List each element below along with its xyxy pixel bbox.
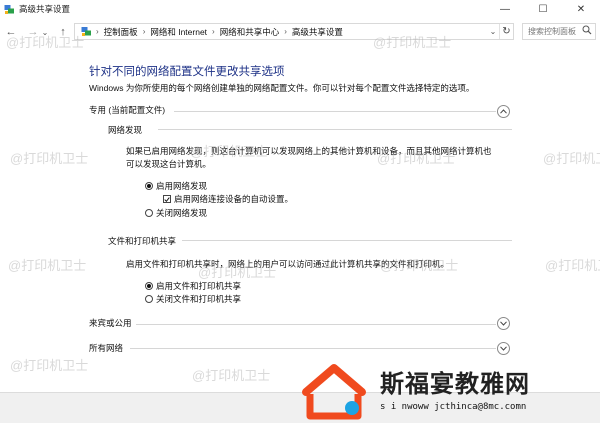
breadcrumb-network-sharing-center[interactable]: 网络和共享中心 <box>217 26 283 38</box>
file-printer-description: 启用文件和打印机共享时，网络上的用户可以访问通过此计算机共享的文件和打印机。 <box>126 259 450 269</box>
section-divider <box>130 348 496 349</box>
navigation-bar: ← → ⌄ ↑ › 控制面板 › 网络和 Internet › 网络和共享中心 … <box>0 20 600 44</box>
window-title: 高级共享设置 <box>19 4 71 14</box>
maximize-button[interactable]: ☐ <box>524 0 562 18</box>
checkbox-checked[interactable] <box>163 195 171 203</box>
radio-unselected[interactable] <box>145 295 153 303</box>
network-discovery-description: 如果已启用网络发现，则这台计算机可以发现网络上的其他计算机和设备，而且其他网络计… <box>126 146 492 169</box>
brand-name: 斯福宴教雅网 <box>380 370 530 398</box>
brand-url: s i nwoww jcthinca@8mc.comn <box>380 402 527 412</box>
collapse-private-chevron-up-icon[interactable] <box>497 105 510 118</box>
control-panel-icon <box>81 26 92 37</box>
breadcrumb-separator[interactable]: › <box>141 27 148 36</box>
main-content: 针对不同的网络配置文件更改共享选项 Windows 为你所使用的每个网络创建单独… <box>0 46 600 392</box>
refresh-icon[interactable]: ↻ <box>499 24 513 39</box>
page-description: Windows 为你所使用的每个网络创建单独的网络配置文件。你可以针对每个配置文… <box>89 83 475 93</box>
breadcrumb-separator[interactable]: › <box>210 27 217 36</box>
search-input[interactable]: 搜索控制面板 <box>522 23 596 40</box>
section-private-label: 专用 (当前配置文件) <box>89 105 166 115</box>
radio-selected[interactable] <box>145 282 153 290</box>
section-all-networks-header[interactable]: 所有网络 <box>89 341 123 355</box>
radio-selected[interactable] <box>145 182 153 190</box>
expand-guest-chevron-down-icon[interactable] <box>497 317 510 330</box>
expand-all-networks-chevron-down-icon[interactable] <box>497 342 510 355</box>
option-enable-network-discovery[interactable]: 启用网络发现 <box>145 180 207 192</box>
close-button[interactable]: ✕ <box>562 0 600 18</box>
subsection-divider <box>158 129 512 130</box>
section-divider <box>136 324 496 325</box>
radio-unselected[interactable] <box>145 209 153 217</box>
breadcrumb-advanced-sharing[interactable]: 高级共享设置 <box>289 26 346 38</box>
search-placeholder: 搜索控制面板 <box>528 27 576 36</box>
back-button[interactable]: ← <box>4 23 18 41</box>
page-title: 针对不同的网络配置文件更改共享选项 <box>89 66 285 78</box>
brand-logo-icon <box>300 362 376 423</box>
breadcrumb-control-panel[interactable]: 控制面板 <box>101 26 141 38</box>
file-printer-sharing-heading: 文件和打印机共享 <box>108 236 177 246</box>
section-guest-label: 来宾或公用 <box>89 318 132 328</box>
breadcrumb-network-internet[interactable]: 网络和 Internet <box>147 26 210 38</box>
subsection-divider <box>182 240 512 241</box>
option-enable-file-printer-sharing[interactable]: 启用文件和打印机共享 <box>145 280 241 292</box>
recent-locations-button[interactable]: ⌄ <box>40 23 50 41</box>
option-disable-file-printer-sharing[interactable]: 关闭文件和打印机共享 <box>145 293 241 305</box>
search-icon <box>582 25 592 37</box>
minimize-button[interactable]: — <box>486 0 524 18</box>
option-auto-setup-devices[interactable]: 启用网络连接设备的自动设置。 <box>163 193 293 205</box>
option-disable-network-discovery[interactable]: 关闭网络发现 <box>145 207 207 219</box>
section-all-networks-label: 所有网络 <box>89 343 124 353</box>
breadcrumb-separator: › <box>96 27 99 36</box>
network-discovery-heading: 网络发现 <box>108 125 143 135</box>
section-private-header[interactable]: 专用 (当前配置文件) <box>89 103 165 117</box>
section-guest-header[interactable]: 来宾或公用 <box>89 316 132 330</box>
section-divider <box>174 111 496 112</box>
title-bar: 高级共享设置 — ☐ ✕ <box>0 0 600 18</box>
breadcrumb-separator[interactable]: › <box>282 27 289 36</box>
address-bar[interactable]: › 控制面板 › 网络和 Internet › 网络和共享中心 › 高级共享设置… <box>74 23 514 40</box>
network-share-icon <box>4 4 15 15</box>
address-dropdown-icon[interactable]: ⌄ <box>487 24 499 39</box>
up-button[interactable]: ↑ <box>56 23 70 41</box>
forward-button[interactable]: → <box>26 23 40 41</box>
